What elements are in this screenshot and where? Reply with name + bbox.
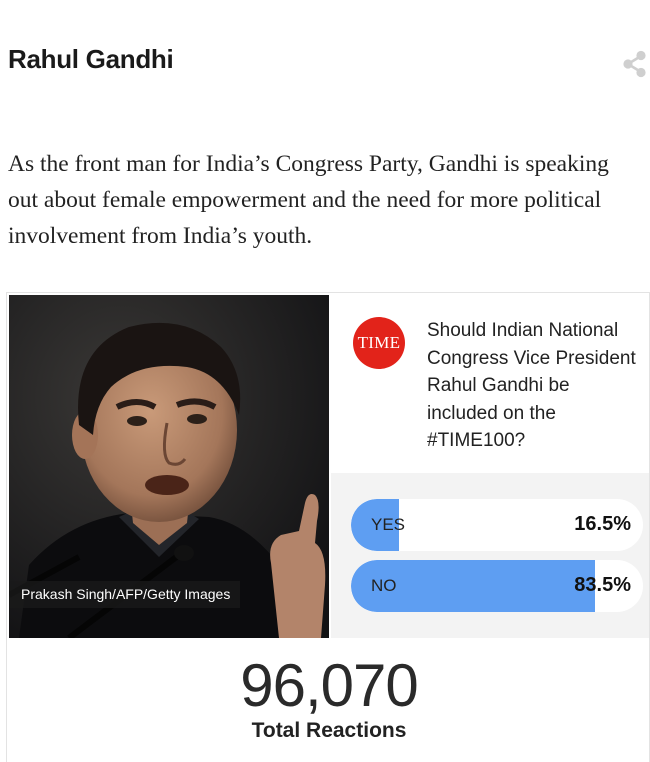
poll-option-no[interactable]: NO 83.5% bbox=[351, 560, 643, 612]
poll-option-label: NO bbox=[371, 576, 397, 595]
poll-question: Should Indian National Congress Vice Pre… bbox=[427, 320, 636, 451]
poll-card: Prakash Singh/AFP/Getty Images TIME Shou… bbox=[6, 292, 650, 762]
poll-option-percent: 83.5% bbox=[574, 574, 631, 596]
poll-option-label: YES bbox=[371, 515, 406, 534]
politician-photo: Prakash Singh/AFP/Getty Images bbox=[9, 295, 329, 638]
article-intro: As the front man for India’s Congress Pa… bbox=[8, 151, 609, 249]
article-title: Rahul Gandhi bbox=[8, 44, 174, 74]
photo-credit-caption: Prakash Singh/AFP/Getty Images bbox=[9, 581, 241, 608]
poll-question-panel: TIME Should Indian National Congress Vic… bbox=[331, 293, 649, 473]
poll-option-percent: 16.5% bbox=[574, 513, 631, 535]
poll-results-panel: YES 16.5% NO 83.5% bbox=[331, 473, 649, 638]
time-logo: TIME bbox=[353, 317, 405, 369]
share-icon[interactable] bbox=[622, 49, 648, 79]
total-reactions-count: 96,070 bbox=[240, 652, 419, 719]
poll-option-yes[interactable]: YES 16.5% bbox=[351, 499, 643, 551]
total-reactions-label: Total Reactions bbox=[251, 719, 407, 742]
